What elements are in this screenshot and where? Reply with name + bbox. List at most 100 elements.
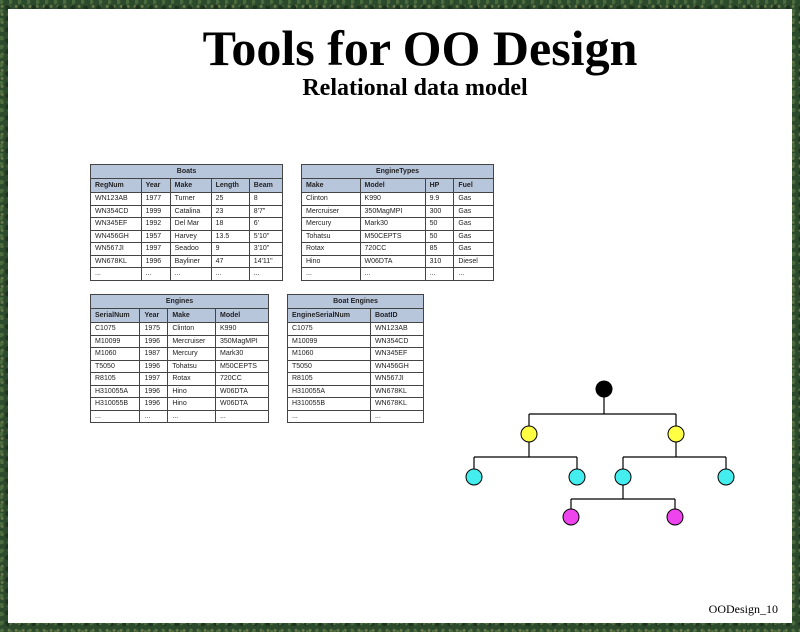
table-cell: Rotax	[301, 242, 361, 256]
table-cell: Tohatsu	[301, 229, 361, 243]
table-cell: Gas	[453, 242, 494, 256]
engines-table: Engines SerialNum Year Make Model C1075 1975 Cl…	[89, 294, 270, 423]
table-row: H310055A 1996 Hino W06DTA	[89, 384, 270, 398]
engine-types-caption: EngineTypes	[301, 164, 494, 178]
table-row: H310055B WN678KL	[287, 397, 425, 411]
table-cell: T5050	[89, 359, 141, 373]
level3-node	[562, 508, 580, 526]
table-cell: Gas	[453, 204, 494, 218]
table-cell: WN678KL	[369, 384, 425, 398]
table-row: C1075 WN123AB	[287, 322, 425, 336]
table-cell: 85	[424, 242, 455, 256]
table-header-row: RegNum Year Make Length Beam	[90, 178, 284, 193]
boats-table: Boats RegNum Year Make Length Beam WN123AB 1977…	[90, 164, 284, 281]
column-header: Beam	[248, 178, 284, 193]
table-header-row: EngineSerialNum BoatID	[287, 308, 425, 323]
table-row: Mercruiser 350MagMPI 300 Gas	[301, 204, 494, 218]
table-cell: Clinton	[301, 192, 361, 206]
table-cell: WN567JI	[90, 242, 142, 256]
table-cell: C1075	[89, 322, 141, 336]
column-header: HP	[424, 178, 455, 193]
table-row: WN354CD 1999 Catalina 23 8'7"	[90, 204, 284, 218]
table-row: Mercury Mark30 50 Gas	[301, 217, 494, 231]
table-cell: Mark30	[214, 347, 270, 361]
table-cell: Gas	[453, 229, 494, 243]
table-row: ............	[89, 409, 270, 423]
table-cell: Mercruiser	[301, 204, 361, 218]
table-cell: ...	[359, 267, 426, 281]
slide-title: Tools for OO Design	[202, 20, 638, 76]
table-cell: Seadoo	[169, 242, 212, 256]
table-cell: W06DTA	[214, 397, 270, 411]
table-cell: ...	[369, 409, 425, 423]
table-cell: WN123AB	[369, 322, 425, 336]
level2-node	[465, 468, 483, 486]
table-cell: WN354CD	[90, 204, 142, 218]
table-cell: 350MagMPI	[359, 204, 426, 218]
table-cell: W06DTA	[214, 384, 270, 398]
table-cell: K990	[359, 192, 426, 206]
table-cell: 25	[210, 192, 250, 206]
root-node	[595, 380, 613, 398]
table-cell: WN354CD	[369, 334, 425, 348]
table-row: H310055B 1996 Hino W06DTA	[89, 397, 270, 411]
table-cell: M1060	[287, 347, 371, 361]
table-cell: ...	[139, 409, 169, 423]
level3-node	[666, 508, 684, 526]
table-cell: 8'7"	[248, 204, 284, 218]
table-cell: 18	[210, 217, 250, 231]
table-cell: Gas	[453, 192, 494, 206]
table-cell: WN345EF	[369, 347, 425, 361]
table-row: T5050 1996 Tohatsu M50CEPTS	[89, 359, 270, 373]
table-cell: 50	[424, 217, 455, 231]
table-cell: 310	[424, 254, 455, 268]
table-cell: 720CC	[359, 242, 426, 256]
table-row: M10099 WN354CD	[287, 334, 425, 348]
table-cell: Mark30	[359, 217, 426, 231]
table-cell: ...	[214, 409, 270, 423]
table-cell: 1977	[140, 192, 171, 206]
table-row: M1060 1987 Mercury Mark30	[89, 347, 270, 361]
column-header: Year	[139, 308, 169, 323]
table-cell: 3'10"	[248, 242, 284, 256]
table-cell: 5'10"	[248, 229, 284, 243]
table-cell: H310055A	[287, 384, 371, 398]
table-cell: 13.5	[210, 229, 250, 243]
table-cell: Mercury	[301, 217, 361, 231]
table-row: WN345EF 1992 Del Mar 18 6'	[90, 217, 284, 231]
column-header: Make	[167, 308, 216, 323]
table-cell: 1996	[139, 334, 169, 348]
table-cell: 720CC	[214, 372, 270, 386]
table-cell: 47	[210, 254, 250, 268]
column-header: Fuel	[453, 178, 494, 193]
table-row: C1075 1975 Clinton K990	[89, 322, 270, 336]
table-cell: Tohatsu	[167, 359, 216, 373]
table-row: Hino W06DTA 310 Diesel	[301, 254, 494, 268]
table-cell: ...	[210, 267, 250, 281]
column-header: Year	[140, 178, 171, 193]
table-cell: H310055A	[89, 384, 141, 398]
table-cell: ...	[301, 267, 361, 281]
table-cell: Hino	[167, 397, 216, 411]
table-cell: H310055B	[287, 397, 371, 411]
table-cell: 1996	[140, 254, 171, 268]
table-row: ...............	[90, 267, 284, 281]
table-cell: 1996	[139, 384, 169, 398]
table-cell: WN678KL	[90, 254, 142, 268]
table-row: H310055A WN678KL	[287, 384, 425, 398]
table-row: Tohatsu M50CEPTS 50 Gas	[301, 229, 494, 243]
table-row: WN567JI 1997 Seadoo 9 3'10"	[90, 242, 284, 256]
table-cell: 350MagMPI	[214, 334, 270, 348]
table-cell: M50CEPTS	[359, 229, 426, 243]
hierarchy-tree-diagram	[465, 380, 735, 526]
table-cell: 50	[424, 229, 455, 243]
table-cell: Clinton	[167, 322, 216, 336]
table-cell: M10099	[89, 334, 141, 348]
table-cell: 9.9	[424, 192, 455, 206]
table-cell: 1992	[140, 217, 171, 231]
table-cell: W06DTA	[359, 254, 426, 268]
table-cell: ...	[90, 267, 142, 281]
table-cell: 9	[210, 242, 250, 256]
table-cell: M50CEPTS	[214, 359, 270, 373]
table-row: ............	[301, 267, 494, 281]
